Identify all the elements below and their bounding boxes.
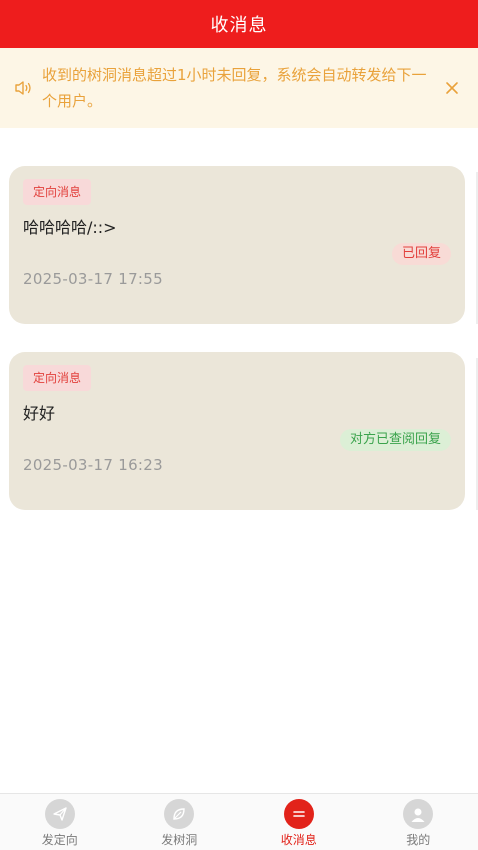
message-tag: 定向消息 xyxy=(23,179,92,205)
paper-plane-icon xyxy=(44,799,75,829)
bottom-tabbar: 发定向 发树洞 收消息 我的 xyxy=(0,793,478,850)
page-title: 收消息 xyxy=(210,15,268,36)
tab-send-directed[interactable]: 发定向 xyxy=(0,794,120,850)
message-icon xyxy=(283,799,314,829)
tab-label: 发定向 xyxy=(41,833,78,847)
speaker-icon xyxy=(12,76,36,100)
user-icon xyxy=(403,799,434,829)
message-tag: 定向消息 xyxy=(23,365,92,391)
message-content: 哈哈哈哈/::> xyxy=(23,218,117,237)
notice-bar: 收到的树洞消息超过1小时未回复，系统会自动转发给下一个用户。 xyxy=(0,48,478,128)
message-time: 2025-03-17 17:55 xyxy=(23,270,163,288)
tab-receive-messages[interactable]: 收消息 xyxy=(239,794,359,850)
message-content: 好好 xyxy=(23,404,56,423)
tab-label: 发树洞 xyxy=(161,833,198,847)
tab-label: 我的 xyxy=(406,833,431,847)
message-card[interactable]: 定向消息 哈哈哈哈/::> 已回复 2025-03-17 17:55 xyxy=(9,166,478,324)
leaf-icon xyxy=(164,799,195,829)
close-icon[interactable] xyxy=(440,76,464,100)
tab-label: 收消息 xyxy=(280,833,317,847)
notice-text: 收到的树洞消息超过1小时未回复，系统会自动转发给下一个用户。 xyxy=(42,66,427,110)
message-list: 定向消息 哈哈哈哈/::> 已回复 2025-03-17 17:55 定向消息 … xyxy=(0,128,478,510)
message-time: 2025-03-17 16:23 xyxy=(23,456,163,474)
page-header: 收消息 xyxy=(0,0,478,48)
status-badge: 对方已查阅回复 xyxy=(339,429,451,451)
message-card[interactable]: 定向消息 好好 对方已查阅回复 2025-03-17 16:23 xyxy=(9,352,478,510)
tab-send-treehole[interactable]: 发树洞 xyxy=(120,794,240,850)
app-root: 收消息 收到的树洞消息超过1小时未回复，系统会自动转发给下一个用户。 定向消息 … xyxy=(0,0,478,850)
tab-mine[interactable]: 我的 xyxy=(359,794,478,850)
status-badge: 已回复 xyxy=(391,243,451,265)
